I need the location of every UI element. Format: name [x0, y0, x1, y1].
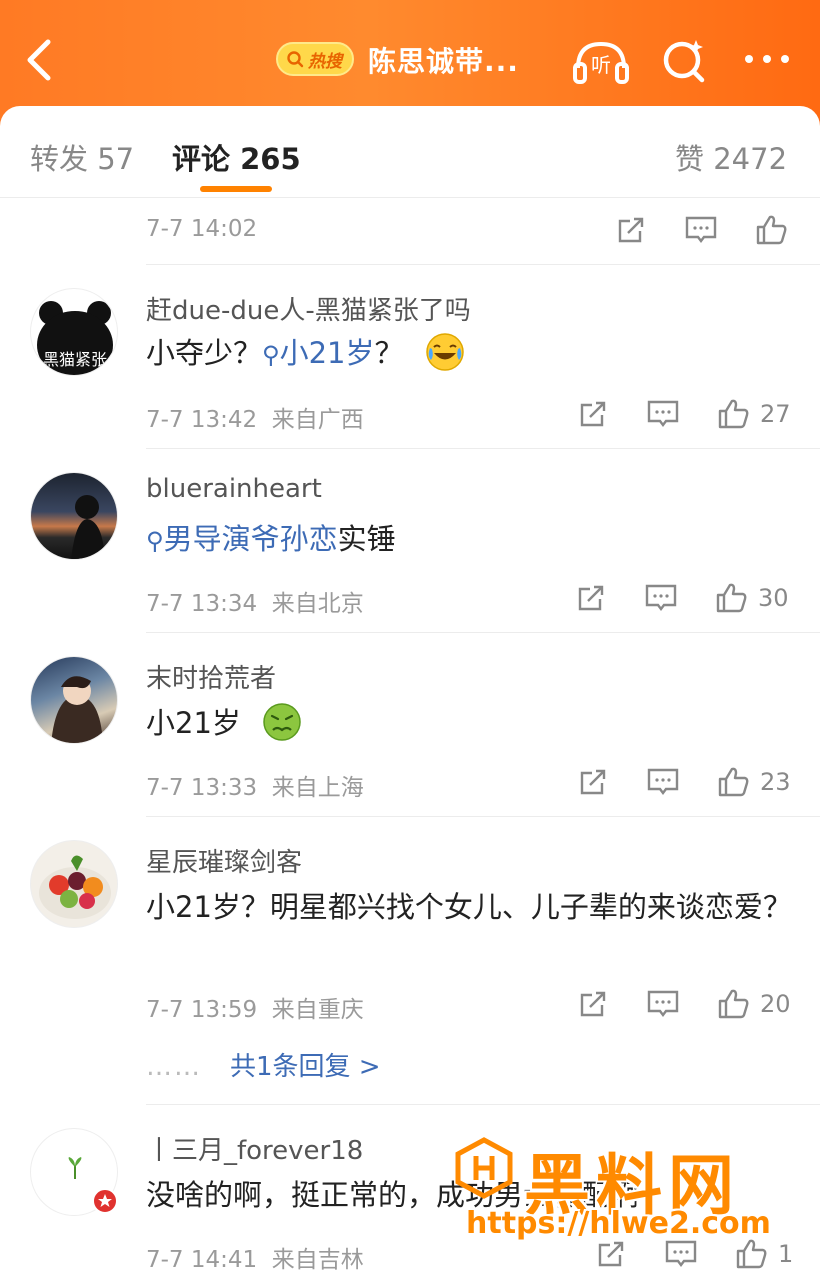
nauseated-face-emoji-icon — [263, 703, 301, 741]
share-button[interactable] — [576, 764, 610, 800]
comment-icon — [647, 768, 679, 795]
divider — [146, 816, 820, 817]
avatar[interactable] — [30, 656, 118, 744]
illustrated-character-avatar-icon — [51, 676, 103, 743]
comment-text: 小夺少？⚲小21岁？ — [146, 330, 796, 378]
comment-icon — [645, 584, 677, 611]
black-cat-avatar-icon: 黑猫紧张 — [37, 301, 113, 375]
more-icon[interactable] — [742, 46, 792, 72]
avatar[interactable] — [30, 840, 118, 928]
thumbs-up-icon — [756, 215, 787, 245]
thumbs-up-icon — [718, 767, 749, 797]
username[interactable]: 星辰璀璨剑客 — [146, 842, 302, 879]
comment-text: ⚲男导演爷孙恋实锤 — [146, 522, 396, 556]
share-icon — [580, 769, 606, 795]
comment-text: 小21岁？明星都兴找个女儿、儿子辈的来谈恋爱？ — [146, 890, 792, 924]
like-button[interactable] — [754, 212, 788, 248]
search-sparkle-icon[interactable] — [660, 36, 708, 84]
svg-text:黑猫紧张: 黑猫紧张 — [43, 350, 107, 369]
laughing-crying-emoji-icon — [425, 333, 464, 371]
avatar[interactable]: 黑猫紧张 — [30, 288, 118, 376]
comment-button[interactable] — [644, 580, 678, 616]
username[interactable]: 丨三月_forever18 — [146, 1130, 363, 1167]
share-icon — [618, 217, 644, 243]
tab-comments[interactable]: 评论 265 — [172, 136, 301, 178]
like-button[interactable]: 23 — [716, 764, 791, 800]
avatar[interactable] — [30, 472, 118, 560]
username[interactable]: 赶due-due人-黑猫紧张了吗 — [146, 290, 471, 327]
divider — [146, 448, 820, 449]
like-count: 30 — [758, 584, 789, 612]
share-button[interactable] — [614, 212, 648, 248]
comment-button[interactable] — [646, 986, 680, 1022]
hot-search-badge[interactable]: 热搜 — [276, 42, 354, 76]
page-title[interactable]: 陈思诚带... — [368, 40, 519, 80]
like-count: 20 — [760, 990, 791, 1018]
reply-dots: …… — [146, 1052, 202, 1082]
listen-label: 听 — [591, 53, 611, 77]
watermark-url: https://hlwe2.com — [466, 1206, 771, 1241]
divider — [146, 1104, 820, 1105]
silhouette-avatar-icon — [71, 495, 105, 559]
tab-bar: 转发 57 评论 265 赞 2472 — [0, 106, 820, 198]
comment-button[interactable] — [646, 764, 680, 800]
comment-meta: 7-7 13:33 来自上海 — [146, 775, 364, 801]
comment-button[interactable] — [684, 212, 718, 248]
topic-link[interactable]: ⚲小21岁 — [262, 336, 374, 370]
like-count: 27 — [760, 400, 791, 428]
comment-button[interactable] — [646, 396, 680, 432]
thumbs-up-icon — [718, 989, 749, 1019]
like-button[interactable]: 27 — [716, 396, 791, 432]
divider — [146, 264, 820, 265]
headphones-listen-icon[interactable]: 听 — [572, 38, 630, 84]
watermark-logo-icon — [455, 1137, 513, 1199]
divider — [146, 632, 820, 633]
username[interactable]: 末时拾荒者 — [146, 658, 276, 695]
tab-reposts[interactable]: 转发 57 — [30, 136, 134, 178]
comment-icon — [685, 216, 717, 243]
thumbs-up-icon — [716, 583, 747, 613]
like-button[interactable]: 20 — [716, 986, 791, 1022]
active-tab-indicator — [200, 186, 272, 192]
watermark: 黑料网 https://hlwe2.com — [452, 1132, 792, 1252]
search-icon — [287, 51, 304, 68]
share-icon — [578, 585, 604, 611]
comment-text: 小21岁 — [146, 700, 796, 746]
hot-search-label: 热搜 — [308, 51, 342, 72]
fruit-bowl-avatar-icon — [39, 855, 111, 919]
share-button[interactable] — [576, 986, 610, 1022]
comment-meta: 7-7 13:42 来自广西 — [146, 407, 364, 433]
topic-link[interactable]: ⚲男导演爷孙恋 — [146, 522, 338, 556]
tab-likes[interactable]: 赞 2472 — [675, 136, 787, 178]
view-replies-link[interactable]: …… 共1条回复 > — [146, 1046, 381, 1083]
username[interactable]: bluerainheart — [146, 474, 322, 504]
like-button[interactable]: 30 — [714, 580, 789, 616]
share-button[interactable] — [574, 580, 608, 616]
like-count: 23 — [760, 768, 791, 796]
comment-time: 7-7 14:02 — [146, 216, 258, 242]
verified-badge-icon — [92, 1188, 118, 1214]
comment-meta: 7-7 14:41 来自吉林 — [146, 1247, 364, 1273]
share-icon — [580, 401, 606, 427]
comment-icon — [647, 990, 679, 1017]
view-replies-label: 共1条回复 > — [230, 1052, 381, 1082]
share-button[interactable] — [576, 396, 610, 432]
share-icon — [580, 991, 606, 1017]
comment-icon — [647, 400, 679, 427]
comment-meta: 7-7 13:59 来自重庆 — [146, 997, 364, 1023]
comment-meta: 7-7 13:34 来自北京 — [146, 591, 364, 617]
thumbs-up-icon — [718, 399, 749, 429]
back-arrow-icon[interactable] — [20, 36, 60, 84]
